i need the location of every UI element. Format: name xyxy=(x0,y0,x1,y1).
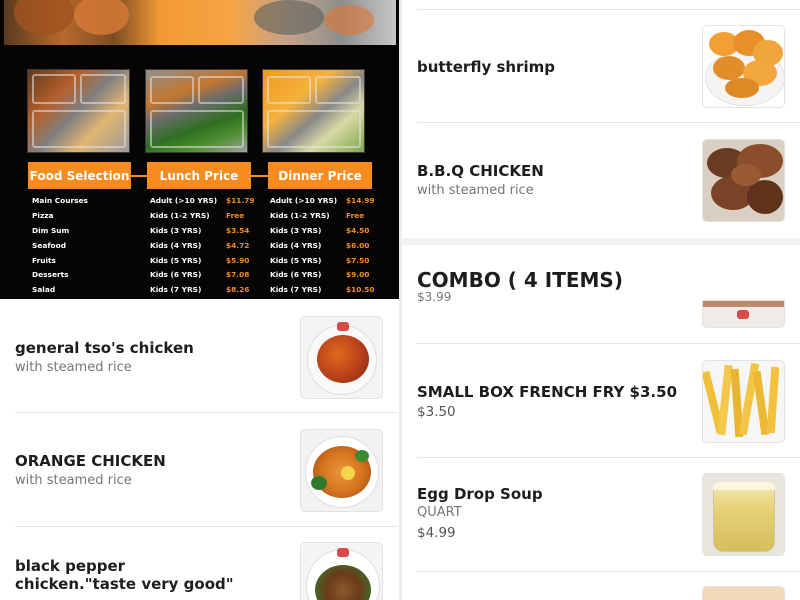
item-divider xyxy=(417,457,800,458)
lunch-age-label: Kids (1-2 YRS) xyxy=(150,210,210,220)
food-item: Main Courses xyxy=(32,195,88,205)
partial-item-price: $3.99 xyxy=(417,290,452,304)
buffet-photo-main-courses xyxy=(27,69,130,153)
lunch-price: $11.79 xyxy=(226,195,255,205)
buffet-promo-banner: Food Selection Lunch Price Dinner Price … xyxy=(0,0,400,299)
item-divider xyxy=(15,412,398,413)
food-item: Pizza xyxy=(32,210,54,220)
dinner-price-list: $14.99 Free $4.50 $6.00 $7.50 $9.00 $10.… xyxy=(346,193,375,297)
food-image-general-tsos-chicken[interactable] xyxy=(300,316,383,399)
dinner-age-label: Kids (7 YRS) xyxy=(270,285,322,295)
dinner-age-label: Adult (>10 YRS) xyxy=(270,195,338,205)
food-image-bbq-chicken[interactable] xyxy=(702,139,785,222)
item-divider xyxy=(417,9,800,10)
food-item: Seafood xyxy=(32,240,66,250)
lunch-price: $3.54 xyxy=(226,225,250,235)
dinner-price: $9.00 xyxy=(346,270,370,280)
item-divider xyxy=(417,343,800,344)
food-image-egg-drop-soup[interactable] xyxy=(702,473,785,556)
item-divider xyxy=(15,526,398,527)
dinner-age-label: Kids (6 YRS) xyxy=(270,270,322,280)
food-item: Desserts xyxy=(32,270,69,280)
dinner-price: $6.00 xyxy=(346,240,370,250)
dinner-age-label: Kids (1-2 YRS) xyxy=(270,210,330,220)
dinner-age-label: Kids (5 YRS) xyxy=(270,255,322,265)
buffet-photo-fruits xyxy=(262,69,365,153)
food-selection-list: Main Courses Pizza Dim Sum Seafood Fruit… xyxy=(32,193,88,297)
food-image-next-item[interactable] xyxy=(702,586,785,600)
header-connector xyxy=(251,175,268,177)
combo-section-title: COMBO ( 4 ITEMS) xyxy=(417,268,623,292)
lunch-age-label: Adult (>10 YRS) xyxy=(150,195,218,205)
lunch-price: $4.72 xyxy=(226,240,250,250)
lunch-price: $5.90 xyxy=(226,255,250,265)
food-image-butterfly-shrimp[interactable] xyxy=(702,25,785,108)
left-menu-column: Food Selection Lunch Price Dinner Price … xyxy=(0,0,400,600)
food-image-partial-item[interactable] xyxy=(702,300,785,328)
header-connector xyxy=(131,175,147,177)
item-name: black pepper chicken."taste very good" xyxy=(15,557,234,593)
food-item: Dim Sum xyxy=(32,225,70,235)
dinner-age-label: Kids (3 YRS) xyxy=(270,225,322,235)
lunch-price: Free xyxy=(226,210,245,220)
dinner-age-list: Adult (>10 YRS) Kids (1-2 YRS) Kids (3 Y… xyxy=(270,193,337,297)
lunch-price-header: Lunch Price xyxy=(147,162,251,189)
lunch-age-label: Kids (3 YRS) xyxy=(150,225,202,235)
dinner-price: $4.50 xyxy=(346,225,370,235)
dinner-price: Free xyxy=(346,210,365,220)
section-gap xyxy=(402,238,800,245)
right-menu-column: butterfly shrimp B.B.Q CHICKEN with stea… xyxy=(402,0,800,600)
buffet-photo-vegetables xyxy=(145,69,248,153)
item-divider xyxy=(417,122,800,123)
menu-item-black-pepper-chicken[interactable]: black pepper chicken."taste very good" xyxy=(15,557,235,593)
food-image-french-fry[interactable] xyxy=(702,360,785,443)
dinner-price: $7.50 xyxy=(346,255,370,265)
food-image-black-pepper-chicken[interactable] xyxy=(300,542,383,600)
lunch-price: $7.08 xyxy=(226,270,250,280)
lunch-age-label: Kids (7 YRS) xyxy=(150,285,202,295)
dinner-price: $10.50 xyxy=(346,285,375,295)
lunch-age-label: Kids (5 YRS) xyxy=(150,255,202,265)
lunch-age-label: Kids (6 YRS) xyxy=(150,270,202,280)
lunch-age-label: Kids (4 YRS) xyxy=(150,240,202,250)
food-image-orange-chicken[interactable] xyxy=(300,429,383,512)
food-selection-header: Food Selection xyxy=(28,162,131,189)
dinner-price-header: Dinner Price xyxy=(268,162,372,189)
item-divider xyxy=(417,571,800,572)
food-photo-strip xyxy=(4,0,396,45)
lunch-price: $8.26 xyxy=(226,285,250,295)
dinner-price: $14.99 xyxy=(346,195,375,205)
lunch-age-list: Adult (>10 YRS) Kids (1-2 YRS) Kids (3 Y… xyxy=(150,193,217,297)
food-item: Salad xyxy=(32,285,56,295)
food-item: Fruits xyxy=(32,255,56,265)
lunch-price-list: $11.79 Free $3.54 $4.72 $5.90 $7.08 $8.2… xyxy=(226,193,255,297)
dinner-age-label: Kids (4 YRS) xyxy=(270,240,322,250)
